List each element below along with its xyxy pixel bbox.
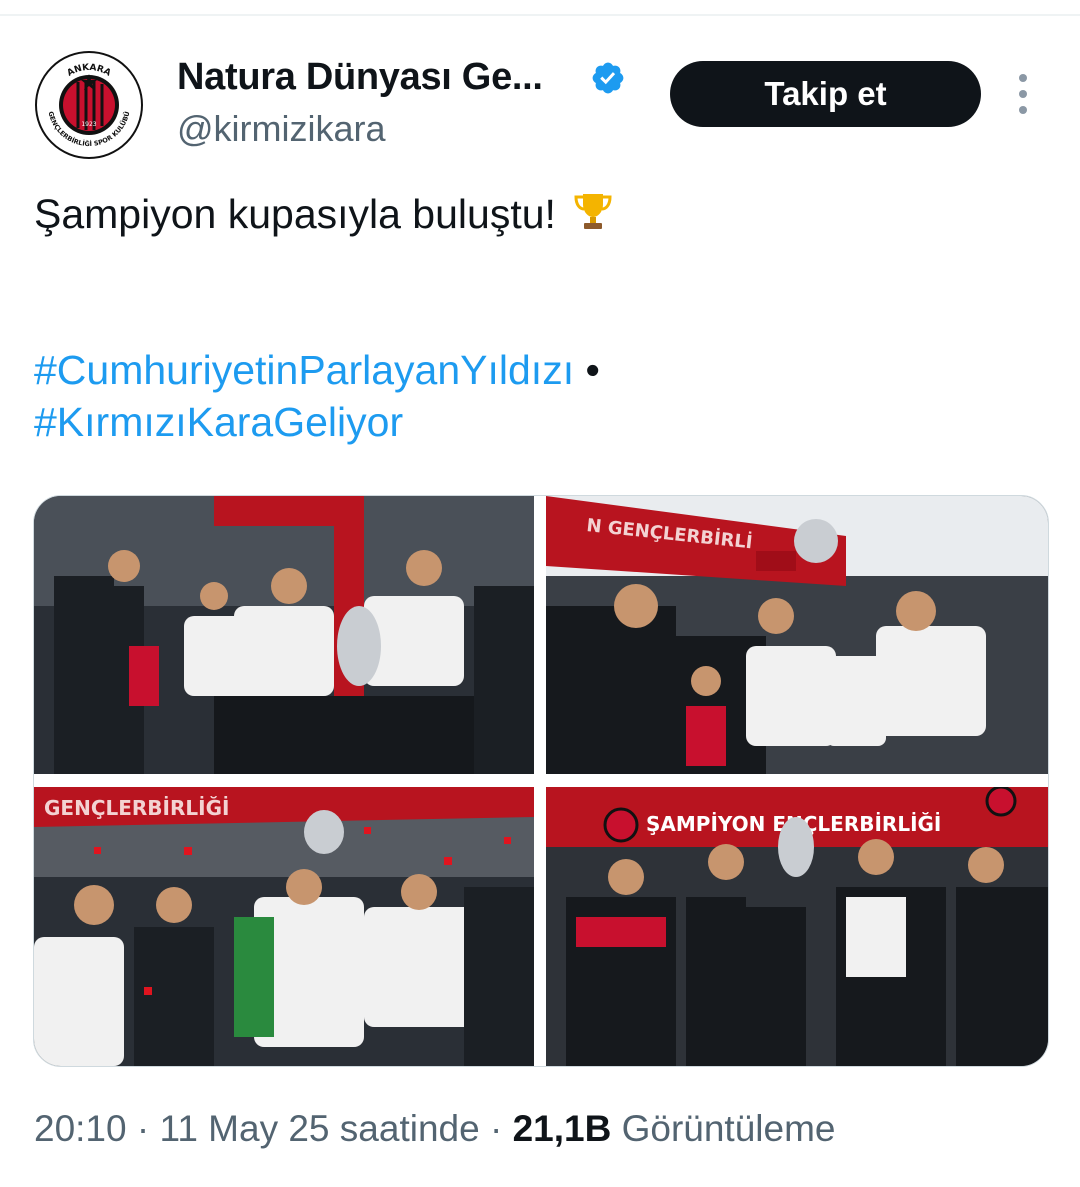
photo-2[interactable]: N GENÇLERBİRLİ xyxy=(546,496,1048,774)
more-dot xyxy=(1019,106,1027,114)
tweet-meta: 20:10 · 11 May 25 saatinde · 21,1B Görün… xyxy=(34,1108,835,1150)
tweet-sentence: Şampiyon kupasıyla buluştu! xyxy=(34,191,556,237)
trophy-confetti-photo-icon: GENÇLERBİRLİĞİ xyxy=(34,787,534,1066)
more-dot xyxy=(1019,74,1027,82)
hashtag-link[interactable]: #CumhuriyetinParlayanYıldızı xyxy=(34,347,574,393)
photo-4[interactable]: ŞAMPİYON ENÇLERBİRLİĞİ xyxy=(546,787,1048,1066)
svg-text:GENÇLERBİRLİĞİ: GENÇLERBİRLİĞİ xyxy=(44,796,229,820)
avatar[interactable]: ANKARA GENÇLERBİRLİĞİ SPOR KULÜBÜ 1923 xyxy=(34,50,144,160)
photo-1[interactable] xyxy=(34,496,534,774)
meta-separator: · xyxy=(126,1108,160,1149)
views-label: Görüntüleme xyxy=(611,1108,836,1149)
media-grid: N GENÇLERBİRLİ GENÇLERBİRLİĞİ ŞAMPİYON E… xyxy=(33,495,1049,1067)
tweet-time[interactable]: 20:10 xyxy=(34,1108,127,1149)
meta-separator: · xyxy=(479,1108,513,1149)
tweet-text: Şampiyon kupasıyla buluştu! #Cumhuriyeti… xyxy=(34,188,1044,448)
top-divider xyxy=(0,14,1080,16)
tweet-line-1: Şampiyon kupasıyla buluştu! xyxy=(34,188,1044,240)
hashtag-link[interactable]: #KırmızıKaraGeliyor xyxy=(34,399,403,445)
trophy-emoji-icon xyxy=(574,194,612,229)
svg-text:1923: 1923 xyxy=(81,121,96,128)
tweet-line-4: #KırmızıKaraGeliyor xyxy=(34,396,1044,448)
more-dot xyxy=(1019,90,1027,98)
bullet: • xyxy=(585,347,600,393)
photo-3[interactable]: GENÇLERBİRLİĞİ xyxy=(34,787,534,1066)
trophy-lift-photo-icon: N GENÇLERBİRLİ xyxy=(546,496,1048,774)
author-handle[interactable]: @kirmizikara xyxy=(177,108,386,150)
display-name[interactable]: Natura Dünyası Ge... xyxy=(177,56,543,99)
verified-badge-icon xyxy=(592,62,624,94)
views-count: 21,1B xyxy=(512,1108,612,1149)
club-logo-icon: ANKARA GENÇLERBİRLİĞİ SPOR KULÜBÜ 1923 xyxy=(35,51,143,159)
celebration-photo-icon xyxy=(34,496,534,774)
more-options-icon[interactable] xyxy=(1010,74,1036,114)
trophy-podium-photo-icon: ŞAMPİYON ENÇLERBİRLİĞİ xyxy=(546,787,1048,1066)
tweet-line-3: #CumhuriyetinParlayanYıldızı • xyxy=(34,344,1044,396)
follow-button[interactable]: Takip et xyxy=(670,61,981,127)
tweet-date[interactable]: 11 May 25 saatinde xyxy=(159,1108,479,1149)
